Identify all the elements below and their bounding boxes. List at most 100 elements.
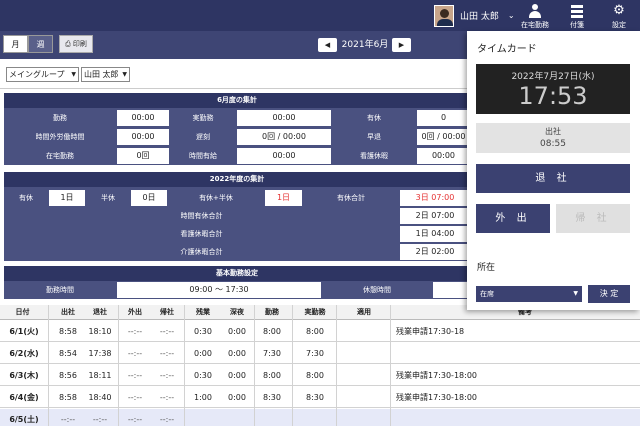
- yearly-value: 2日 07:00: [400, 208, 470, 224]
- prev-month-button[interactable]: ◀: [318, 38, 337, 52]
- summary-value: 0: [417, 110, 470, 126]
- row-out: 18:11: [88, 371, 112, 380]
- summary-value: 00:00: [117, 129, 169, 145]
- confirm-button[interactable]: 決 定: [588, 285, 630, 303]
- row-actual: 8:30: [306, 393, 324, 402]
- chevron-down-icon: ▼: [122, 71, 127, 78]
- summary-value: 0回 / 00:00: [237, 129, 331, 145]
- next-month-button[interactable]: ▶: [392, 38, 411, 52]
- row-go-out: --:--: [127, 371, 143, 380]
- monthly-summary-title: 6月度の集計: [4, 93, 470, 108]
- row-work: 8:00: [263, 371, 281, 380]
- row-go-out: --:--: [127, 415, 143, 424]
- chevron-down-icon: ▼: [71, 71, 76, 78]
- col-divider: [390, 305, 391, 426]
- clock-display: 2022年7月27日(水) 17:53: [476, 64, 630, 114]
- break-time-label: 休憩時間: [322, 282, 432, 298]
- status-time: 08:55: [540, 139, 566, 149]
- col-divider: [118, 305, 119, 426]
- user-select[interactable]: 山田 太郎 ▼: [81, 67, 130, 82]
- summary-label: 看護休暇: [332, 148, 416, 164]
- row-return: --:--: [159, 393, 175, 402]
- row-overtime: 0:30: [194, 327, 212, 336]
- yearly-value: 0日: [131, 190, 167, 206]
- week-view-tab[interactable]: 週: [28, 35, 53, 53]
- settings-label: 設定: [612, 21, 626, 29]
- sticky-note-button[interactable]: 付箋: [556, 0, 598, 31]
- row-return: --:--: [159, 327, 175, 336]
- yearly-label: 時間有休合計: [4, 208, 399, 224]
- summary-label: 時間外労働時間: [4, 129, 116, 145]
- row-out: 18:10: [88, 327, 112, 336]
- summary-value: 00:00: [417, 148, 470, 164]
- row-in: 8:58: [59, 393, 77, 402]
- row-night: 0:00: [228, 349, 246, 358]
- row-note: 残業申請17:30-18:00: [396, 371, 477, 380]
- print-button[interactable]: ⎙ 印刷: [59, 35, 93, 53]
- sticky-note-icon: [570, 4, 584, 18]
- summary-label: 実勤務: [170, 110, 236, 126]
- summary-value: 0回 / 00:00: [417, 129, 470, 145]
- gear-icon: ⚙: [613, 3, 625, 18]
- print-label: 印刷: [72, 40, 87, 48]
- summary-value: 0回: [117, 148, 169, 164]
- yearly-label: 半休: [86, 190, 130, 206]
- row-in: 8:54: [59, 349, 77, 358]
- break-time-value: [433, 282, 470, 298]
- yearly-label: 有休合計: [303, 190, 399, 206]
- col-divider: [48, 305, 49, 426]
- yearly-value: 1日: [49, 190, 85, 206]
- row-note: 残業申請17:30-18: [396, 327, 465, 336]
- timecard-title: タイムカード: [477, 44, 537, 55]
- row-apply: [340, 343, 388, 364]
- remote-work-label: 在宅勤務: [521, 21, 549, 29]
- row-date: 6/4(金): [9, 393, 39, 402]
- yearly-value: 2日 02:00: [400, 244, 470, 260]
- row-night: 0:00: [228, 371, 246, 380]
- col-actual: 実勤務: [304, 308, 326, 316]
- row-go-out: --:--: [127, 349, 143, 358]
- row-overtime: 0:30: [194, 371, 212, 380]
- col-in: 出社: [61, 308, 75, 316]
- printer-icon: ⎙: [65, 40, 71, 48]
- summary-value: 00:00: [117, 110, 169, 126]
- settings-button[interactable]: ⚙ 設定: [598, 0, 640, 31]
- clock-time: 17:53: [518, 82, 588, 110]
- go-out-button[interactable]: 外 出: [476, 204, 550, 233]
- col-divider: [336, 305, 337, 426]
- user-menu[interactable]: 山田 太郎 ⌄: [434, 3, 515, 28]
- row-work: 8:00: [263, 327, 281, 336]
- row-apply: [340, 321, 388, 342]
- row-night: 0:00: [228, 327, 246, 336]
- yearly-value: 1日: [265, 190, 302, 206]
- row-out: 17:38: [88, 349, 112, 358]
- row-date: 6/3(木): [9, 371, 39, 380]
- col-divider: [292, 305, 293, 426]
- month-view-tab[interactable]: 月: [3, 35, 28, 53]
- row-return: --:--: [159, 415, 175, 424]
- row-overtime: 0:00: [194, 349, 212, 358]
- row-go-out: --:--: [127, 327, 143, 336]
- person-icon: [528, 4, 542, 18]
- summary-label: 有休: [332, 110, 416, 126]
- location-label: 所在: [477, 263, 496, 273]
- col-out: 退社: [93, 308, 107, 316]
- remote-work-button[interactable]: 在宅勤務: [514, 0, 556, 31]
- summary-label: 早退: [332, 129, 416, 145]
- row-date: 6/5(土): [9, 415, 39, 424]
- work-time-label: 勤務時間: [4, 282, 116, 298]
- group-select[interactable]: メイングループ ▼: [6, 67, 79, 82]
- row-overtime: 1:00: [194, 393, 212, 402]
- yearly-summary-title: 2022年度の集計: [4, 172, 470, 187]
- yearly-label: 有休+半休: [168, 190, 264, 206]
- row-in: 8:58: [59, 327, 77, 336]
- row-date: 6/2(水): [9, 349, 39, 358]
- caret-left-icon: ◀: [324, 41, 331, 49]
- row-go-out: --:--: [127, 393, 143, 402]
- location-select[interactable]: 在席 ▼: [476, 286, 582, 302]
- chevron-down-icon: ▼: [573, 290, 578, 297]
- leave-work-button[interactable]: 退 社: [476, 164, 630, 193]
- basic-settings-title: 基本勤務設定: [4, 266, 470, 281]
- row-actual: 8:00: [306, 371, 324, 380]
- row-date: 6/1(火): [9, 327, 39, 336]
